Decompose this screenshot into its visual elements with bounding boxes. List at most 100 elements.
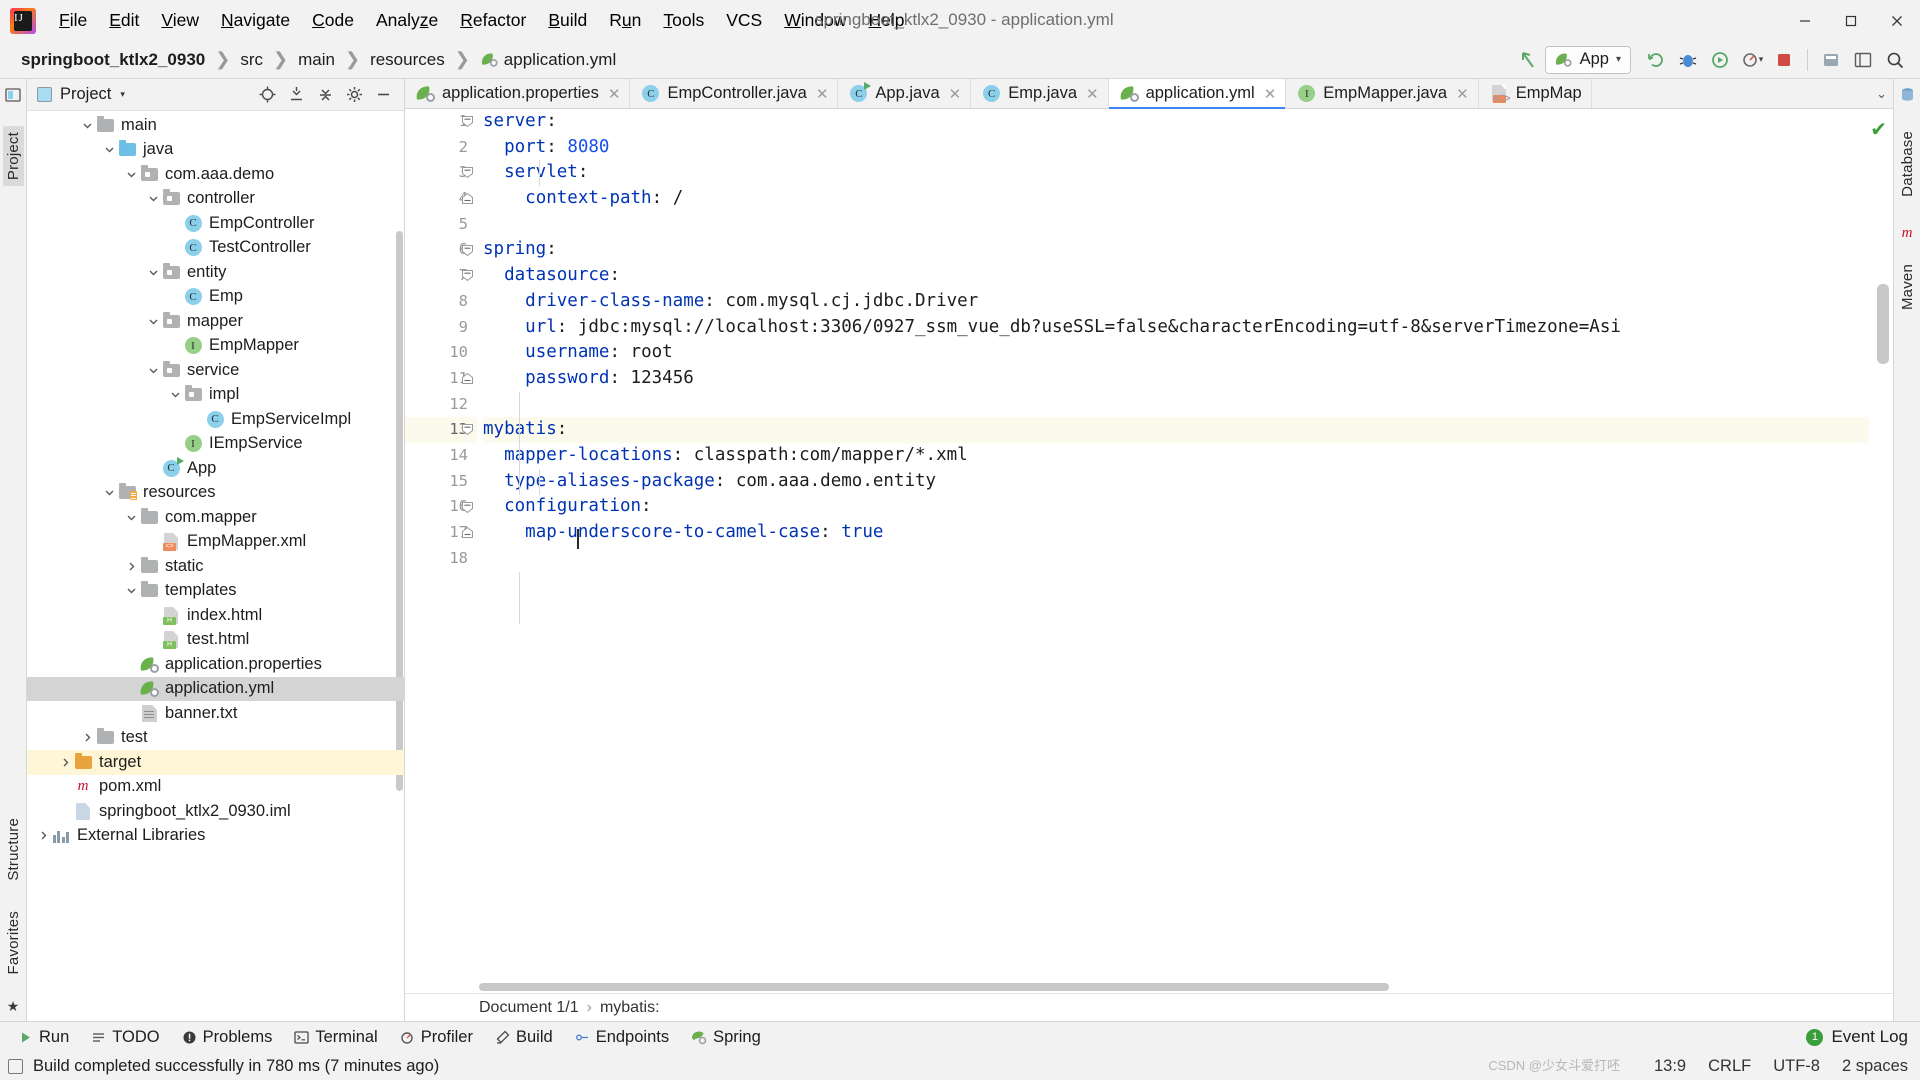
tree-node-templates[interactable]: templates — [27, 579, 404, 604]
chevron-down-icon[interactable] — [123, 585, 139, 596]
code-line[interactable]: driver-class-name: com.mysql.cj.jdbc.Dri… — [483, 289, 1869, 315]
chevron-down-icon[interactable] — [101, 144, 117, 155]
file-encoding[interactable]: UTF-8 — [1773, 1057, 1820, 1076]
tree-node-iempservice[interactable]: I IEmpService — [27, 432, 404, 457]
breadcrumb-item-src[interactable]: src — [237, 48, 266, 72]
tree-node-empmapper-xml[interactable]: <> EmpMapper.xml — [27, 530, 404, 555]
code-fold-icon[interactable] — [461, 115, 474, 128]
tree-node-main[interactable]: main — [27, 113, 404, 138]
tool-window-terminal[interactable]: Terminal — [284, 1025, 387, 1050]
tree-node-springboot-ktlx2-0930-iml[interactable]: springboot_ktlx2_0930.iml — [27, 799, 404, 824]
chevron-right-icon[interactable] — [57, 757, 73, 768]
menu-run[interactable]: Run — [598, 6, 652, 35]
tree-node-com-aaa-demo[interactable]: com.aaa.demo — [27, 162, 404, 187]
code-fold-icon[interactable] — [461, 244, 474, 257]
chevron-down-icon[interactable] — [167, 389, 183, 400]
menu-edit[interactable]: Edit — [98, 6, 150, 35]
tree-node-empserviceimpl[interactable]: C EmpServiceImpl — [27, 407, 404, 432]
code-line[interactable]: map-underscore-to-camel-case: true — [483, 520, 1869, 546]
close-icon[interactable]: ✕ — [949, 85, 962, 103]
chevron-down-icon[interactable] — [123, 169, 139, 180]
rail-tab-maven[interactable]: Maven — [1897, 258, 1918, 316]
code-line[interactable]: spring: — [483, 237, 1869, 263]
code-fold-icon[interactable] — [461, 526, 474, 539]
breadcrumb-item-application-yml[interactable]: application.yml — [477, 48, 619, 72]
menu-navigate[interactable]: Navigate — [210, 6, 301, 35]
code-line[interactable]: type-aliases-package: com.aaa.demo.entit… — [483, 469, 1869, 495]
profile-icon[interactable]: ▾ — [1737, 45, 1767, 75]
code-fold-icon[interactable] — [461, 501, 474, 514]
code-line[interactable]: mybatis: — [483, 417, 1869, 443]
menu-code[interactable]: Code — [301, 6, 365, 35]
menu-file[interactable]: File — [48, 6, 98, 35]
line-number-gutter[interactable]: 123456789101112131415161718 — [405, 109, 477, 981]
chevron-right-icon[interactable] — [79, 732, 95, 743]
collapse-all-icon[interactable] — [312, 82, 338, 108]
code-line[interactable]: datasource: — [483, 263, 1869, 289]
inspection-status-icon[interactable]: ✔ — [1870, 117, 1887, 142]
code-line[interactable]: server: — [483, 109, 1869, 135]
code-fold-icon[interactable] — [461, 372, 474, 385]
chevron-down-icon[interactable] — [145, 267, 161, 278]
code-fold-icon[interactable] — [461, 192, 474, 205]
tool-window-profiler[interactable]: Profiler — [390, 1025, 483, 1050]
close-icon[interactable]: ✕ — [1456, 85, 1469, 103]
chevron-down-icon[interactable] — [145, 193, 161, 204]
run-with-coverage-icon[interactable] — [1705, 45, 1735, 75]
code-line[interactable]: mapper-locations: classpath:com/mapper/*… — [483, 443, 1869, 469]
back-arrow-icon[interactable] — [1513, 45, 1543, 75]
minimize-button[interactable] — [1782, 0, 1828, 41]
editor-tab-empmapper-java[interactable]: I EmpMapper.java ✕ — [1286, 79, 1479, 108]
code-line[interactable]: password: 123456 — [483, 366, 1869, 392]
project-tree[interactable]: main java com.aaa.demo controller C EmpContro… — [27, 111, 404, 1021]
chevron-down-icon[interactable] — [123, 512, 139, 523]
locate-icon[interactable] — [254, 82, 280, 108]
chevron-down-icon[interactable] — [79, 120, 95, 131]
tree-node-java[interactable]: java — [27, 138, 404, 163]
editor-tab-application-properties[interactable]: application.properties ✕ — [405, 79, 631, 108]
menu-tools[interactable]: Tools — [652, 6, 715, 35]
tree-node-index-html[interactable]: Hindex.html — [27, 603, 404, 628]
tree-node-target[interactable]: target — [27, 750, 404, 775]
tree-node-pom-xml[interactable]: m pom.xml — [27, 775, 404, 800]
tree-node-emp[interactable]: C Emp — [27, 285, 404, 310]
expand-all-icon[interactable] — [283, 82, 309, 108]
indent-setting[interactable]: 2 spaces — [1842, 1057, 1908, 1076]
code-line[interactable]: configuration: — [483, 494, 1869, 520]
code-line[interactable] — [483, 212, 1869, 238]
search-icon[interactable] — [1880, 45, 1910, 75]
tree-node-application-yml[interactable]: application.yml — [27, 676, 404, 701]
chevron-down-icon[interactable] — [145, 365, 161, 376]
code-fold-icon[interactable] — [461, 269, 474, 282]
run-configuration-selector[interactable]: App ▾ — [1544, 45, 1631, 74]
tree-node-empcontroller[interactable]: C EmpController — [27, 211, 404, 236]
code-editor[interactable]: 123456789101112131415161718 server: port… — [405, 109, 1893, 981]
tree-node-test-html[interactable]: Htest.html — [27, 628, 404, 653]
code-line[interactable] — [483, 546, 1869, 572]
editor-tab-emp-java[interactable]: C Emp.java ✕ — [971, 79, 1109, 108]
tree-node-test[interactable]: test — [27, 726, 404, 751]
menu-vcs[interactable]: VCS — [715, 6, 773, 35]
menu-build[interactable]: Build — [537, 6, 598, 35]
tool-window-spring[interactable]: Spring — [681, 1025, 771, 1050]
rail-tab-project[interactable]: Project — [2, 126, 24, 187]
tree-node-controller[interactable]: controller — [27, 187, 404, 212]
tree-node-testcontroller[interactable]: C TestController — [27, 236, 404, 261]
tree-node-service[interactable]: service — [27, 358, 404, 383]
code-content[interactable]: server: port: 8080 servlet: context-path… — [477, 109, 1869, 981]
code-line[interactable]: context-path: / — [483, 186, 1869, 212]
close-icon[interactable]: ✕ — [1264, 85, 1277, 103]
git-update-icon[interactable] — [1816, 45, 1846, 75]
tree-node-resources[interactable]: resources — [27, 481, 404, 506]
close-icon[interactable]: ✕ — [816, 85, 829, 103]
rail-tab-favorites[interactable]: Favorites — [3, 905, 24, 981]
tree-node-com-mapper[interactable]: com.mapper — [27, 505, 404, 530]
tab-list-button[interactable]: ⌄ — [1870, 79, 1893, 108]
document-indicator[interactable]: Document 1/1 — [479, 999, 579, 1017]
menu-analyze[interactable]: Analyze — [365, 6, 449, 35]
caret-position[interactable]: 13:9 — [1654, 1057, 1686, 1076]
close-icon[interactable]: ✕ — [1086, 85, 1099, 103]
chevron-down-icon[interactable] — [145, 316, 161, 327]
tree-node-banner-txt[interactable]: banner.txt — [27, 701, 404, 726]
tree-node-app[interactable]: C App — [27, 456, 404, 481]
